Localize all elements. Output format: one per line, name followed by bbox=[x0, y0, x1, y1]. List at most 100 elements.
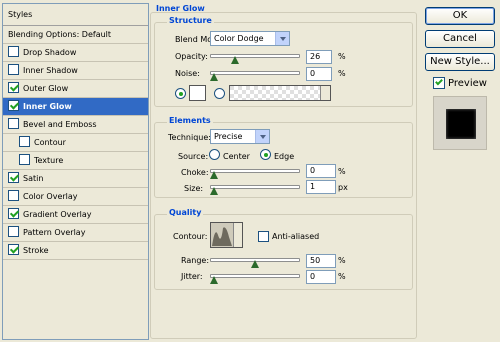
noise-input[interactable]: 0 bbox=[306, 67, 332, 81]
noise-label: Noise: bbox=[175, 69, 200, 78]
contour-curve-icon bbox=[211, 223, 233, 247]
range-input[interactable]: 50 bbox=[306, 254, 336, 268]
choke-input[interactable]: 0 bbox=[306, 164, 336, 178]
size-unit: px bbox=[338, 183, 348, 192]
style-item-checkbox[interactable] bbox=[19, 154, 30, 165]
choke-label: Choke: bbox=[181, 168, 209, 177]
style-item-checkbox[interactable] bbox=[8, 46, 19, 57]
style-item-checkbox[interactable] bbox=[8, 172, 19, 183]
style-item-label: Satin bbox=[23, 174, 44, 183]
noise-slider-track[interactable] bbox=[210, 71, 300, 75]
choke-slider-track[interactable] bbox=[210, 169, 300, 173]
anti-aliased-checkbox[interactable] bbox=[258, 231, 269, 242]
style-item-label: Drop Shadow bbox=[23, 48, 77, 57]
chevron-down-icon bbox=[275, 32, 289, 45]
contour-picker[interactable] bbox=[210, 222, 243, 248]
range-label: Range: bbox=[181, 256, 210, 265]
style-item-checkbox[interactable] bbox=[8, 64, 19, 75]
opacity-label: Opacity: bbox=[175, 52, 208, 61]
style-item-checkbox[interactable] bbox=[8, 244, 19, 255]
ok-button[interactable]: OK bbox=[425, 7, 495, 25]
size-label: Size: bbox=[184, 184, 204, 193]
preview-checkbox[interactable] bbox=[433, 77, 445, 89]
solid-color-radio[interactable] bbox=[175, 88, 186, 99]
gradient-radio[interactable] bbox=[214, 88, 225, 99]
new-style-button[interactable]: New Style... bbox=[425, 53, 495, 71]
style-item-label: Color Overlay bbox=[23, 192, 78, 201]
style-item[interactable]: Color Overlay bbox=[3, 188, 148, 206]
style-item-label: Stroke bbox=[23, 246, 49, 255]
style-item[interactable]: Contour bbox=[3, 134, 148, 152]
quality-title: Quality bbox=[167, 208, 204, 217]
size-slider-thumb[interactable] bbox=[210, 187, 218, 196]
source-label: Source: bbox=[178, 152, 209, 161]
technique-label: Technique: bbox=[168, 133, 211, 142]
blend-mode-value: Color Dodge bbox=[214, 34, 264, 43]
style-item-checkbox[interactable] bbox=[8, 100, 19, 111]
style-item[interactable]: Inner Glow bbox=[3, 98, 148, 116]
preview-label: Preview bbox=[448, 78, 487, 89]
preview-swatch bbox=[446, 109, 476, 139]
style-item-checkbox[interactable] bbox=[8, 118, 19, 129]
source-edge-label: Edge bbox=[274, 152, 295, 161]
style-item-label: Inner Glow bbox=[23, 102, 72, 111]
noise-slider-thumb[interactable] bbox=[210, 73, 218, 82]
size-input[interactable]: 1 bbox=[306, 180, 336, 194]
style-item-label: Inner Shadow bbox=[23, 66, 78, 75]
technique-select[interactable]: Precise bbox=[210, 129, 270, 144]
opacity-slider-track[interactable] bbox=[210, 54, 300, 58]
chevron-down-icon bbox=[233, 223, 242, 247]
contour-label: Contour: bbox=[173, 232, 208, 241]
opacity-input[interactable]: 26 bbox=[306, 50, 332, 64]
style-item[interactable]: Blending Options: Default bbox=[3, 26, 148, 44]
style-item[interactable]: Outer Glow bbox=[3, 80, 148, 98]
style-item[interactable]: Gradient Overlay bbox=[3, 206, 148, 224]
style-item[interactable]: Texture bbox=[3, 152, 148, 170]
style-item-checkbox[interactable] bbox=[8, 208, 19, 219]
gradient-picker[interactable] bbox=[229, 85, 331, 101]
style-item-label: Gradient Overlay bbox=[23, 210, 92, 219]
preview-thumbnail bbox=[433, 96, 487, 150]
style-item-checkbox[interactable] bbox=[19, 136, 30, 147]
structure-title: Structure bbox=[167, 16, 214, 25]
style-item-checkbox[interactable] bbox=[8, 82, 19, 93]
style-item-label: Blending Options: Default bbox=[8, 30, 112, 39]
jitter-slider-thumb[interactable] bbox=[210, 276, 218, 285]
jitter-input[interactable]: 0 bbox=[306, 270, 336, 284]
style-item[interactable]: Stroke bbox=[3, 242, 148, 260]
styles-list-header: Styles bbox=[3, 4, 148, 26]
source-center-label: Center bbox=[223, 152, 250, 161]
opacity-slider-thumb[interactable] bbox=[231, 56, 240, 65]
technique-value: Precise bbox=[214, 132, 243, 141]
style-item-label: Pattern Overlay bbox=[23, 228, 86, 237]
styles-list: Styles Blending Options: Default Drop Sha… bbox=[2, 3, 149, 340]
style-item-label: Texture bbox=[34, 156, 64, 165]
glow-color-swatch[interactable] bbox=[189, 85, 206, 101]
choke-unit: % bbox=[338, 167, 346, 176]
chevron-down-icon bbox=[255, 130, 269, 143]
style-item[interactable]: Drop Shadow bbox=[3, 44, 148, 62]
source-edge-radio[interactable] bbox=[260, 149, 271, 160]
style-item-checkbox[interactable] bbox=[8, 226, 19, 237]
size-slider-track[interactable] bbox=[210, 185, 300, 189]
style-item[interactable]: Pattern Overlay bbox=[3, 224, 148, 242]
opacity-unit: % bbox=[338, 52, 346, 61]
jitter-unit: % bbox=[338, 272, 346, 281]
style-item-label: Outer Glow bbox=[23, 84, 69, 93]
anti-aliased-label: Anti-aliased bbox=[272, 232, 320, 241]
source-center-radio[interactable] bbox=[209, 149, 220, 160]
style-item[interactable]: Bevel and Emboss bbox=[3, 116, 148, 134]
style-item-label: Bevel and Emboss bbox=[23, 120, 97, 129]
range-slider-thumb[interactable] bbox=[251, 260, 259, 269]
style-item-checkbox[interactable] bbox=[8, 190, 19, 201]
cancel-button[interactable]: Cancel bbox=[425, 30, 495, 48]
style-item-label: Contour bbox=[34, 138, 66, 147]
jitter-label: Jitter: bbox=[181, 272, 203, 281]
noise-unit: % bbox=[338, 69, 346, 78]
jitter-slider-track[interactable] bbox=[210, 274, 300, 278]
chevron-down-icon bbox=[320, 86, 330, 100]
style-item[interactable]: Inner Shadow bbox=[3, 62, 148, 80]
choke-slider-thumb[interactable] bbox=[210, 171, 218, 180]
blend-mode-select[interactable]: Color Dodge bbox=[210, 31, 290, 46]
style-item[interactable]: Satin bbox=[3, 170, 148, 188]
